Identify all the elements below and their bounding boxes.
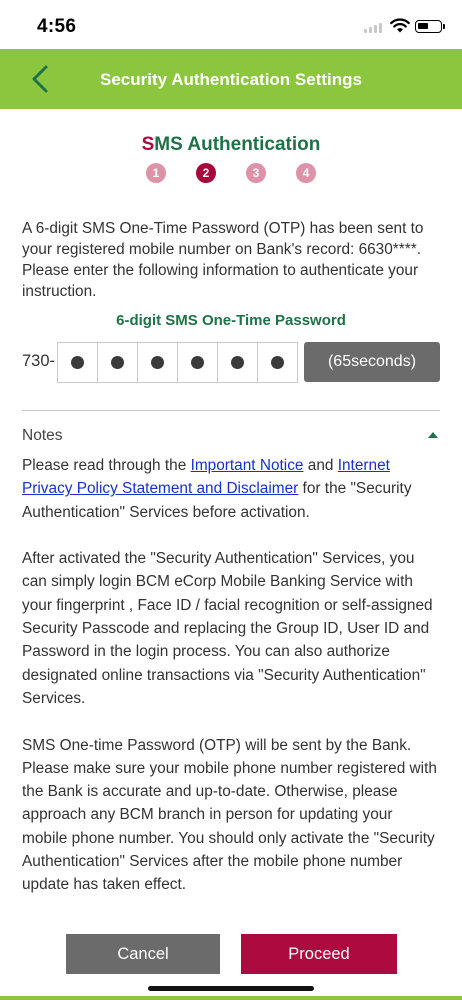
otp-digit-box[interactable] (138, 343, 178, 382)
otp-label: 6-digit SMS One-Time Password (116, 312, 346, 329)
step-1-badge: 1 (146, 163, 166, 183)
otp-input[interactable] (57, 342, 298, 383)
step-title: SMS Authentication (0, 134, 462, 156)
otp-digit-box[interactable] (58, 343, 98, 382)
battery-cap (443, 24, 445, 29)
otp-dot (111, 356, 124, 369)
proceed-button[interactable]: Proceed (241, 934, 397, 974)
otp-instructions: A 6-digit SMS One-Time Password (OTP) ha… (22, 220, 424, 300)
step-3-badge: 3 (246, 163, 266, 183)
status-time: 4:56 (37, 16, 77, 37)
notes-text: and (303, 457, 338, 474)
collapse-up-icon[interactable] (428, 432, 438, 438)
step-title-rest: MS Authentication (154, 134, 321, 155)
notes-paragraph-3: SMS One-time Password (OTP) will be sent… (22, 736, 437, 894)
otp-dot (151, 356, 164, 369)
notes-text: Please read through the (22, 457, 191, 474)
step-4-badge: 4 (296, 163, 316, 183)
status-bar: 4:56 (0, 0, 462, 49)
step-2-badge: 2 (196, 163, 216, 183)
resend-otp-button[interactable]: (65seconds) (304, 342, 440, 382)
cancel-button[interactable]: Cancel (66, 934, 220, 974)
otp-dot (191, 356, 204, 369)
important-notice-link[interactable]: Important Notice (191, 457, 304, 474)
app-header: Security Authentication Settings (0, 49, 462, 109)
otp-digit-box[interactable] (98, 343, 138, 382)
step-indicator: 1 2 3 4 (146, 163, 326, 183)
bottom-edge (0, 996, 462, 1000)
notes-paragraph-2: After activated the "Security Authentica… (22, 550, 433, 707)
step-title-initial: S (141, 134, 155, 155)
notes-title: Notes (22, 427, 63, 444)
battery-icon (415, 20, 442, 33)
divider (22, 410, 440, 411)
cellular-signal-icon (364, 23, 386, 33)
home-indicator (148, 986, 314, 991)
otp-digit-box[interactable] (178, 343, 218, 382)
otp-digit-box[interactable] (258, 343, 297, 382)
otp-dot (271, 356, 284, 369)
otp-digit-box[interactable] (218, 343, 258, 382)
page-title: Security Authentication Settings (100, 70, 362, 89)
notes-paragraph-1: Please read through the Important Notice… (22, 454, 442, 524)
otp-prefix: 730- (22, 352, 56, 370)
otp-dot (71, 356, 84, 369)
wifi-icon (390, 18, 410, 33)
otp-dot (231, 356, 244, 369)
notes-body: Please read through the Important Notice… (22, 454, 442, 920)
